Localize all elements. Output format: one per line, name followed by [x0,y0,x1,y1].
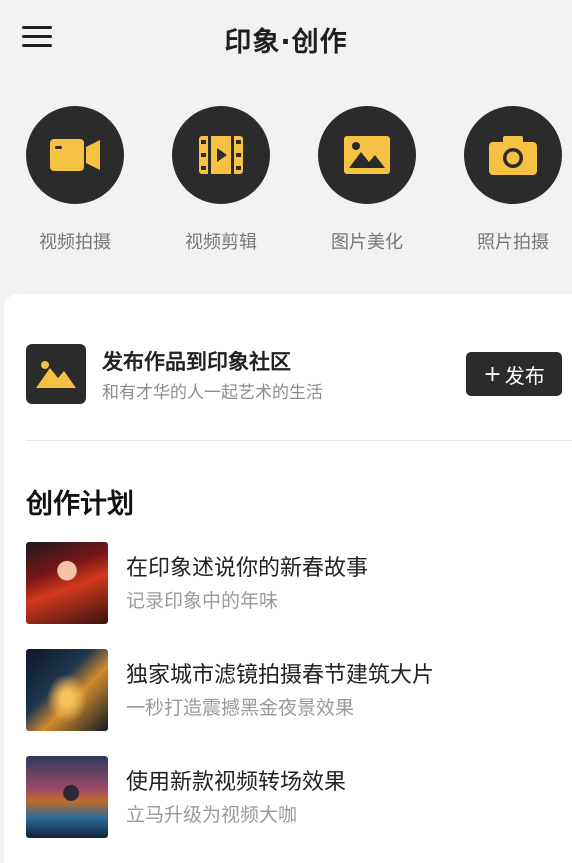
tool-label: 照片拍摄 [477,232,549,253]
video-camera-icon [26,106,124,204]
item-subtitle: 立马升级为视频大咖 [126,804,298,826]
thumbnail-image [26,649,108,731]
image-icon [318,106,416,204]
publish-title: 发布作品到印象社区 [102,350,291,374]
tool-label: 视频剪辑 [185,232,257,253]
tool-label: 视频拍摄 [39,232,111,253]
list-item[interactable]: 使用新款视频转场效果 立马升级为视频大咖 [26,756,572,838]
page-title: 印象·创作 [224,27,348,58]
tool-photo-shoot[interactable]: 照片拍摄 [453,106,572,254]
creation-tools: 视频拍摄 视频剪辑 图片美化 照片拍摄 [0,106,572,266]
plus-icon: + [483,361,502,387]
photo-camera-icon [464,106,562,204]
tool-video-shoot[interactable]: 视频拍摄 [15,106,135,254]
thumbnail-image [26,756,108,838]
publish-subtitle: 和有才华的人一起艺术的生活 [102,383,323,403]
publish-button[interactable]: + 发布 [466,352,562,396]
item-title: 独家城市滤镜拍摄春节建筑大片 [126,663,435,688]
publish-button-label: 发布 [504,363,545,388]
item-title: 在印象述说你的新春故事 [126,556,369,581]
film-edit-icon [172,106,270,204]
item-title: 使用新款视频转场效果 [126,770,347,795]
tool-video-edit[interactable]: 视频剪辑 [161,106,281,254]
image-icon [26,344,86,404]
tool-label: 图片美化 [331,232,403,253]
content-card: 发布作品到印象社区 和有才华的人一起艺术的生活 + 发布 创作计划 在印象述说你… [4,294,572,863]
thumbnail-image [26,542,108,624]
section-title: 创作计划 [26,489,134,520]
top-bar: 印象·创作 [0,0,572,80]
tool-image-beautify[interactable]: 图片美化 [307,106,427,254]
item-subtitle: 一秒打造震撼黑金夜景效果 [126,697,355,719]
publish-banner: 发布作品到印象社区 和有才华的人一起艺术的生活 + 发布 [26,342,572,406]
divider [26,440,572,441]
item-subtitle: 记录印象中的年味 [126,590,279,612]
list-item[interactable]: 独家城市滤镜拍摄春节建筑大片 一秒打造震撼黑金夜景效果 [26,649,572,731]
list-item[interactable]: 在印象述说你的新春故事 记录印象中的年味 [26,542,572,624]
